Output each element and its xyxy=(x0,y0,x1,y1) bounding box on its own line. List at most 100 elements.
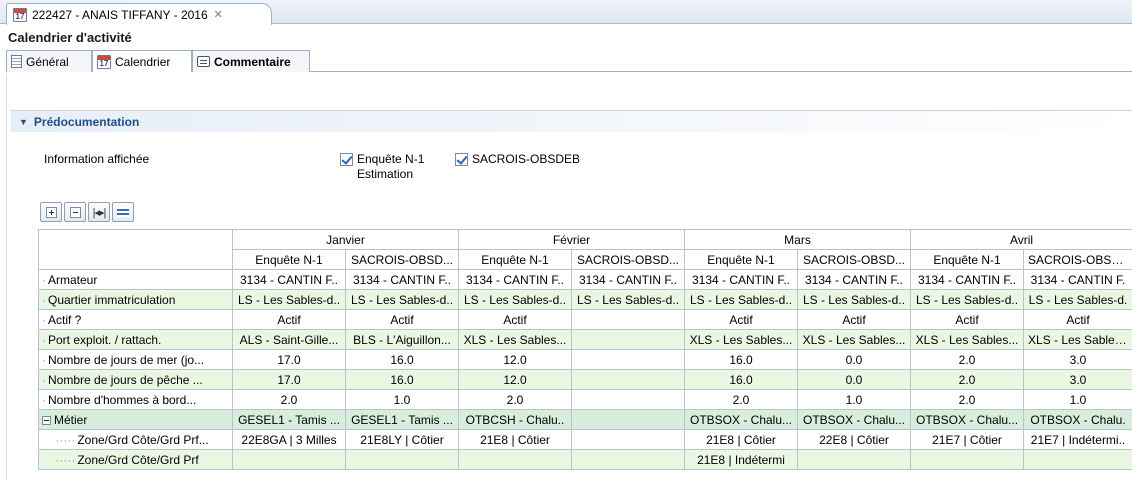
table-row[interactable]: · Nombre d'hommes à bord... 2.0 1.0 2.0 2.0 1.… xyxy=(38,389,1132,410)
column-header[interactable]: SACROIS-OBSD... xyxy=(1023,249,1132,270)
grid-cell[interactable]: 3.0 xyxy=(1023,369,1132,390)
grid-cell[interactable]: 1.0 xyxy=(1023,389,1132,410)
grid-cell[interactable] xyxy=(571,349,685,370)
grid-cell[interactable] xyxy=(910,449,1025,470)
checkbox-sacrois[interactable]: SACROIS-OBSDEB xyxy=(455,152,580,167)
grid-cell[interactable]: 22E8 | Côtier xyxy=(796,429,912,450)
grid-cell[interactable]: 21E8 | Côtier xyxy=(684,429,798,450)
grid-cell[interactable]: 12.0 xyxy=(458,349,572,370)
grid-cell[interactable] xyxy=(571,329,685,350)
grid-cell[interactable] xyxy=(571,449,685,470)
grid-cell[interactable]: 16.0 xyxy=(345,369,459,390)
tab-general[interactable]: Général xyxy=(6,50,92,72)
grid-cell[interactable]: LS - Les Sables-d.. xyxy=(910,289,1025,310)
chevron-down-icon[interactable]: ▼ xyxy=(19,117,28,127)
grid-cell[interactable]: 21E7 | Indétermi.. xyxy=(1023,429,1132,450)
fit-columns-button[interactable]: |◂▸| xyxy=(88,202,110,222)
grid-cell[interactable]: 17.0 xyxy=(232,369,346,390)
grid-cell[interactable]: 2.0 xyxy=(910,369,1025,390)
table-row[interactable]: · Nombre de jours de pêche ... 17.0 16.0 12.… xyxy=(38,369,1132,390)
grid-cell[interactable]: 1.0 xyxy=(796,389,912,410)
table-row[interactable]: · Actif ? Actif Actif Actif Actif Actif Actif Ac… xyxy=(38,309,1132,330)
grid-cell[interactable]: 22E8GA | 3 Milles xyxy=(232,429,346,450)
grid-cell[interactable]: LS - Les Sables-d.. xyxy=(684,289,798,310)
grid-cell[interactable]: 16.0 xyxy=(684,349,798,370)
grid-cell[interactable]: Actif xyxy=(796,309,912,330)
grid-cell[interactable]: 0.0 xyxy=(796,369,912,390)
grid-cell[interactable]: OTBSOX - Chalu... xyxy=(910,409,1025,430)
column-header[interactable]: SACROIS-OBSD... xyxy=(571,249,685,270)
grid-cell[interactable]: XLS - Les Sables... xyxy=(910,329,1025,350)
grid-cell[interactable] xyxy=(571,429,685,450)
grid-cell[interactable]: LS - Les Sables-d. xyxy=(1023,289,1132,310)
grid-cell[interactable] xyxy=(571,369,685,390)
table-row[interactable]: · Port exploit. / rattach. ALS - Saint-Gil… xyxy=(38,329,1132,350)
table-row[interactable]: Métier GESEL1 - Tamis ... GESEL1 - Tamis .… xyxy=(38,409,1132,430)
grid-cell[interactable]: Actif xyxy=(684,309,798,330)
grid-cell[interactable]: LS - Les Sables-d.. xyxy=(571,289,685,310)
grid-cell[interactable]: 1.0 xyxy=(345,389,459,410)
grid-cell[interactable] xyxy=(1023,449,1132,470)
collapse-all-button[interactable] xyxy=(64,202,86,222)
grid-cell[interactable]: 16.0 xyxy=(684,369,798,390)
grid-cell[interactable]: 21E8 | Côtier xyxy=(458,429,572,450)
grid-cell[interactable]: 2.0 xyxy=(232,389,346,410)
grid-cell[interactable]: 21E8 | Indétermi xyxy=(684,449,798,470)
grid-cell[interactable] xyxy=(571,309,685,330)
grid-cell[interactable]: 12.0 xyxy=(458,369,572,390)
grid-cell[interactable] xyxy=(345,449,459,470)
grid-cell[interactable]: XLS - Les Sables... xyxy=(684,329,798,350)
grid-cell[interactable]: Actif xyxy=(232,309,346,330)
grid-cell[interactable]: 0.0 xyxy=(796,349,912,370)
grid-cell[interactable]: 3134 - CANTIN F.. xyxy=(684,269,798,290)
tab-commentaire[interactable]: Commentaire xyxy=(192,50,310,72)
grid-cell[interactable]: Actif xyxy=(458,309,572,330)
grid-cell[interactable]: 21E7 | Côtier xyxy=(910,429,1025,450)
grid-cell[interactable]: 21E8LY | Côtier xyxy=(345,429,459,450)
column-header[interactable]: Enquête N-1 xyxy=(910,249,1025,270)
grid-cell[interactable]: 2.0 xyxy=(684,389,798,410)
grid-cell[interactable]: 2.0 xyxy=(458,389,572,410)
collapse-icon[interactable] xyxy=(42,415,51,425)
grid-cell[interactable]: ALS - Saint-Gille... xyxy=(232,329,346,350)
grid-cell[interactable] xyxy=(232,449,346,470)
grid-cell[interactable]: 2.0 xyxy=(910,389,1025,410)
column-header[interactable]: Enquête N-1 xyxy=(684,249,798,270)
editor-tab[interactable]: 17 222427 - ANAIS TIFFANY - 2016 ✕ xyxy=(6,3,272,25)
grid-cell[interactable]: 16.0 xyxy=(345,349,459,370)
table-row[interactable]: · Quartier immatriculation LS - Les Sables… xyxy=(38,289,1132,310)
grid-cell[interactable]: XLS - Les Sables... xyxy=(796,329,912,350)
grid-cell[interactable]: 3134 - CANTIN F.. xyxy=(232,269,346,290)
table-row[interactable]: ····· Zone/Grd Côte/Grd Prf 21E8 | Indéter… xyxy=(38,449,1132,470)
grid-cell[interactable]: OTBCSH - Chalu.. xyxy=(458,409,572,430)
grid-cell[interactable]: Actif xyxy=(345,309,459,330)
grid-cell[interactable]: OTBSOX - Chalu... xyxy=(796,409,912,430)
grid-cell[interactable] xyxy=(571,409,685,430)
table-row[interactable]: · Armateur 3134 - CANTIN F.. 3134 - CANTIN … xyxy=(38,269,1132,290)
grid-cell[interactable]: GESEL1 - Tamis ... xyxy=(345,409,459,430)
grid-cell[interactable]: LS - Les Sables-d.. xyxy=(796,289,912,310)
grid-cell[interactable]: 3134 - CANTIN F. xyxy=(1023,269,1132,290)
grid-cell[interactable] xyxy=(458,449,572,470)
column-header[interactable]: Enquête N-1 xyxy=(458,249,572,270)
column-header[interactable]: SACROIS-OBSD... xyxy=(796,249,912,270)
list-view-button[interactable] xyxy=(112,202,134,222)
grid-cell[interactable]: OTBSOX - Chalu. xyxy=(1023,409,1132,430)
grid-cell[interactable]: 17.0 xyxy=(232,349,346,370)
grid-cell[interactable]: 3134 - CANTIN F.. xyxy=(796,269,912,290)
grid-cell[interactable]: LS - Les Sables-d.. xyxy=(232,289,346,310)
grid-cell[interactable]: LS - Les Sables-d.. xyxy=(458,289,572,310)
grid-cell[interactable] xyxy=(796,449,912,470)
section-header[interactable]: ▼ Prédocumentation xyxy=(11,110,1132,132)
tab-calendrier[interactable]: 17 Calendrier xyxy=(92,50,192,72)
table-row[interactable]: ····· Zone/Grd Côte/Grd Prf... 22E8GA | 3 … xyxy=(38,429,1132,450)
column-header[interactable]: Enquête N-1 xyxy=(232,249,346,270)
checkbox-sacrois-box[interactable] xyxy=(455,153,468,166)
close-icon[interactable]: ✕ xyxy=(214,8,223,21)
table-row[interactable]: · Nombre de jours de mer (jo... 17.0 16.0 12… xyxy=(38,349,1132,370)
grid-cell[interactable]: Actif xyxy=(910,309,1025,330)
grid-cell[interactable] xyxy=(571,389,685,410)
grid-cell[interactable]: 3134 - CANTIN F.. xyxy=(345,269,459,290)
column-header[interactable]: SACROIS-OBSD... xyxy=(345,249,459,270)
grid-cell[interactable]: 3134 - CANTIN F.. xyxy=(910,269,1025,290)
